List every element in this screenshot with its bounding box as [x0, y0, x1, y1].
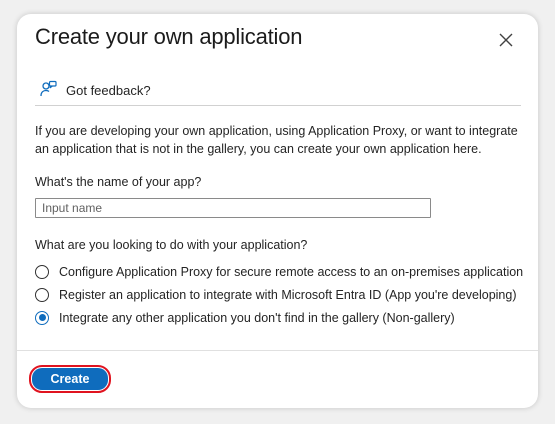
option-non-gallery[interactable]: Integrate any other application you don'…	[35, 306, 523, 329]
dialog-title: Create your own application	[35, 24, 303, 49]
radio-dot	[38, 314, 46, 321]
option-label: Register an application to integrate wit…	[59, 287, 517, 302]
option-label: Integrate any other application you don'…	[59, 310, 455, 325]
create-button-highlight: Create	[29, 365, 111, 393]
purpose-label: What are you looking to do with your app…	[35, 238, 308, 252]
header-divider	[35, 105, 521, 106]
option-register-application[interactable]: Register an application to integrate wit…	[35, 283, 523, 306]
feedback-label: Got feedback?	[66, 83, 151, 98]
create-application-dialog: Create your own application Got feedback…	[17, 14, 538, 408]
feedback-icon	[39, 80, 57, 101]
radio-button-selected[interactable]	[35, 310, 49, 325]
create-button[interactable]: Create	[32, 368, 108, 390]
app-name-input[interactable]	[35, 198, 431, 218]
option-label: Configure Application Proxy for secure r…	[59, 264, 524, 279]
purpose-radio-group: Configure Application Proxy for secure r…	[35, 260, 523, 329]
dialog-description: If you are developing your own applicati…	[35, 124, 518, 156]
footer-divider	[17, 350, 538, 351]
app-name-label: What's the name of your app?	[35, 175, 202, 189]
option-application-proxy[interactable]: Configure Application Proxy for secure r…	[35, 260, 523, 283]
close-icon[interactable]	[498, 32, 514, 48]
radio-button[interactable]	[35, 264, 49, 279]
feedback-link[interactable]: Got feedback?	[39, 80, 151, 101]
radio-button[interactable]	[35, 287, 49, 302]
